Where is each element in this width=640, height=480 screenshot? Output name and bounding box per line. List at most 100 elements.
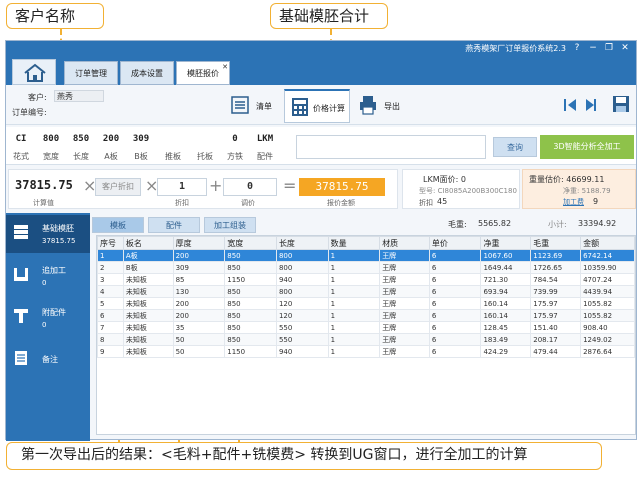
- toolbar: 客户: 燕秀 订单编号: 清单 价格计算 导出: [6, 85, 636, 125]
- parameter-panel: CI 花式 800 宽度 850 长度 200 A板 309 B板 推板 托板 …: [6, 127, 636, 165]
- calculation-row: 37815.75 计算值 × 客户折扣 × 1 折扣 + 0 调价 = 3781…: [6, 167, 636, 211]
- column-header[interactable]: 净重: [480, 236, 532, 250]
- table-row[interactable]: 1 A板 200 850 800 1 王牌 6 1067.60 1123.69 6742.14: [97, 249, 635, 262]
- maximize-icon[interactable]: ❐: [602, 42, 616, 55]
- lkm-info: LKM面价: 0 型号: CI8085A200B300C180 折扣 45: [402, 169, 520, 209]
- tab-label: 模胚报价: [187, 69, 219, 78]
- table-row[interactable]: 7 未知板 35 850 550 1 王牌 6 128.45 151.40 908.40: [97, 321, 635, 334]
- home-button[interactable]: [12, 59, 56, 85]
- save-icon[interactable]: [612, 95, 630, 113]
- param-label: A板: [104, 152, 118, 161]
- table-cell: 2876.64: [580, 345, 635, 358]
- table-cell: 175.97: [530, 309, 582, 322]
- tab-accessories[interactable]: 配件: [148, 217, 200, 233]
- column-header[interactable]: 宽度: [224, 236, 277, 250]
- table-cell: 未知板: [122, 345, 174, 358]
- column-header[interactable]: 序号: [97, 236, 124, 250]
- column-header[interactable]: 板名: [122, 236, 174, 250]
- tab-order-management[interactable]: 订单管理: [64, 61, 118, 85]
- param-label: B板: [134, 152, 148, 161]
- column-header[interactable]: 单价: [428, 236, 482, 250]
- table-row[interactable]: 6 未知板 200 850 120 1 王牌 6 160.14 175.97 1055.82: [97, 309, 635, 322]
- table-cell: 183.49: [480, 333, 532, 346]
- table-cell: 6: [428, 333, 482, 346]
- export-label: 导出: [384, 102, 400, 111]
- table-cell: 160.14: [480, 297, 532, 310]
- table-row[interactable]: 4 未知板 130 850 800 1 王牌 6 693.94 739.99 4439.94: [97, 285, 635, 298]
- discount-label: 折扣: [175, 199, 189, 207]
- list-button[interactable]: 清单: [230, 91, 280, 121]
- column-header[interactable]: 厚度: [172, 236, 226, 250]
- close-icon[interactable]: ✕: [618, 42, 632, 55]
- minimize-icon[interactable]: −: [586, 42, 600, 55]
- next-page-icon[interactable]: [584, 97, 598, 113]
- customer-discount-field[interactable]: 客户折扣: [95, 178, 141, 196]
- sidebar-item-notes[interactable]: 备注: [6, 341, 90, 379]
- table-cell: 1: [327, 333, 381, 346]
- table-cell: 6: [428, 273, 482, 286]
- table-cell: 1150: [224, 273, 277, 286]
- table-cell: 850: [224, 297, 277, 310]
- table-cell: 王牌: [379, 273, 430, 286]
- table-cell: 1: [327, 297, 381, 310]
- param-value: 309: [132, 134, 150, 144]
- app-window: 燕秀模架厂订单报价系统2.3 ? − ❐ ✕ 订单管理 成本设置 模胚报价 ✕ …: [5, 40, 637, 441]
- table-cell: 1067.60: [480, 249, 532, 262]
- process-fee-link[interactable]: 加工费: [563, 197, 584, 207]
- customer-name-callout: 客户名称: [6, 3, 104, 29]
- table-cell: 王牌: [379, 321, 430, 334]
- param-value: CI: [15, 134, 27, 144]
- tab-cost-settings[interactable]: 成本设置: [120, 61, 174, 85]
- equals-icon: =: [283, 176, 297, 195]
- param-value: 850: [72, 134, 90, 144]
- table-cell: 6742.14: [580, 249, 635, 262]
- base-value: 37815.75: [15, 178, 73, 192]
- net-weight: 净重: 5188.79: [563, 187, 611, 195]
- adjust-input[interactable]: 0: [223, 178, 277, 196]
- column-header[interactable]: 毛重: [530, 236, 582, 250]
- sidebar-item-base-mold[interactable]: 基础模胚 37815.75: [6, 215, 90, 253]
- table-cell: 850: [224, 333, 277, 346]
- table-cell: 未知板: [122, 297, 174, 310]
- table-cell: 未知板: [122, 321, 174, 334]
- table-cell: 85: [172, 273, 226, 286]
- tab-mold-quote[interactable]: 模胚报价 ✕: [176, 61, 230, 85]
- close-tab-icon[interactable]: ✕: [222, 55, 228, 79]
- tab-label: 成本设置: [131, 69, 163, 78]
- table-cell: 未知板: [122, 309, 174, 322]
- sidebar-item-parts[interactable]: 附配件 0: [6, 299, 90, 337]
- table-cell: 1055.82: [580, 297, 635, 310]
- ai-analysis-button[interactable]: 3D智能分析全加工: [540, 135, 634, 159]
- title-bar: 燕秀模架厂订单报价系统2.3 ? − ❐ ✕: [6, 41, 636, 57]
- first-page-icon[interactable]: [561, 97, 585, 113]
- table-cell: 1123.69: [530, 249, 582, 262]
- table-cell: 9: [97, 345, 124, 358]
- column-header[interactable]: 材质: [379, 236, 430, 250]
- table-row[interactable]: 3 未知板 85 1150 940 1 王牌 6 721.30 784.54 4707.24: [97, 273, 635, 286]
- table-row[interactable]: 2 B板 309 850 800 1 王牌 6 1649.44 1726.65 10359.90: [97, 261, 635, 274]
- quote-amount-label: 报价金额: [327, 199, 355, 207]
- export-button[interactable]: 导出: [358, 91, 408, 121]
- table-cell: 200: [172, 249, 226, 262]
- help-icon[interactable]: ?: [570, 42, 584, 55]
- table-cell: 5: [97, 297, 124, 310]
- column-header[interactable]: 数量: [327, 236, 381, 250]
- tab-machining-assembly[interactable]: 加工组装: [204, 217, 256, 233]
- tab-templates[interactable]: 模板: [92, 217, 144, 233]
- table-cell: 6: [428, 345, 482, 358]
- search-input[interactable]: [296, 135, 486, 159]
- table-cell: 1: [327, 249, 381, 262]
- sidebar-item-machining[interactable]: 追加工 0: [6, 257, 90, 295]
- column-header[interactable]: 金额: [580, 236, 635, 250]
- sidebar-item-value: 0: [42, 279, 47, 287]
- table-cell: 1: [327, 309, 381, 322]
- table-row[interactable]: 9 未知板 50 1150 940 1 王牌 6 424.29 479.44 2876.64: [97, 345, 635, 358]
- column-header[interactable]: 长度: [275, 236, 329, 250]
- customer-field[interactable]: 燕秀: [54, 90, 104, 102]
- query-button[interactable]: 查询: [493, 137, 537, 157]
- table-row[interactable]: 5 未知板 200 850 120 1 王牌 6 160.14 175.97 1055.82: [97, 297, 635, 310]
- price-calc-button[interactable]: 价格计算: [284, 89, 350, 123]
- table-row[interactable]: 8 未知板 50 850 550 1 王牌 6 183.49 208.17 1249.02: [97, 333, 635, 346]
- customer-label: 客户:: [28, 93, 47, 102]
- discount-input[interactable]: 1: [157, 178, 207, 196]
